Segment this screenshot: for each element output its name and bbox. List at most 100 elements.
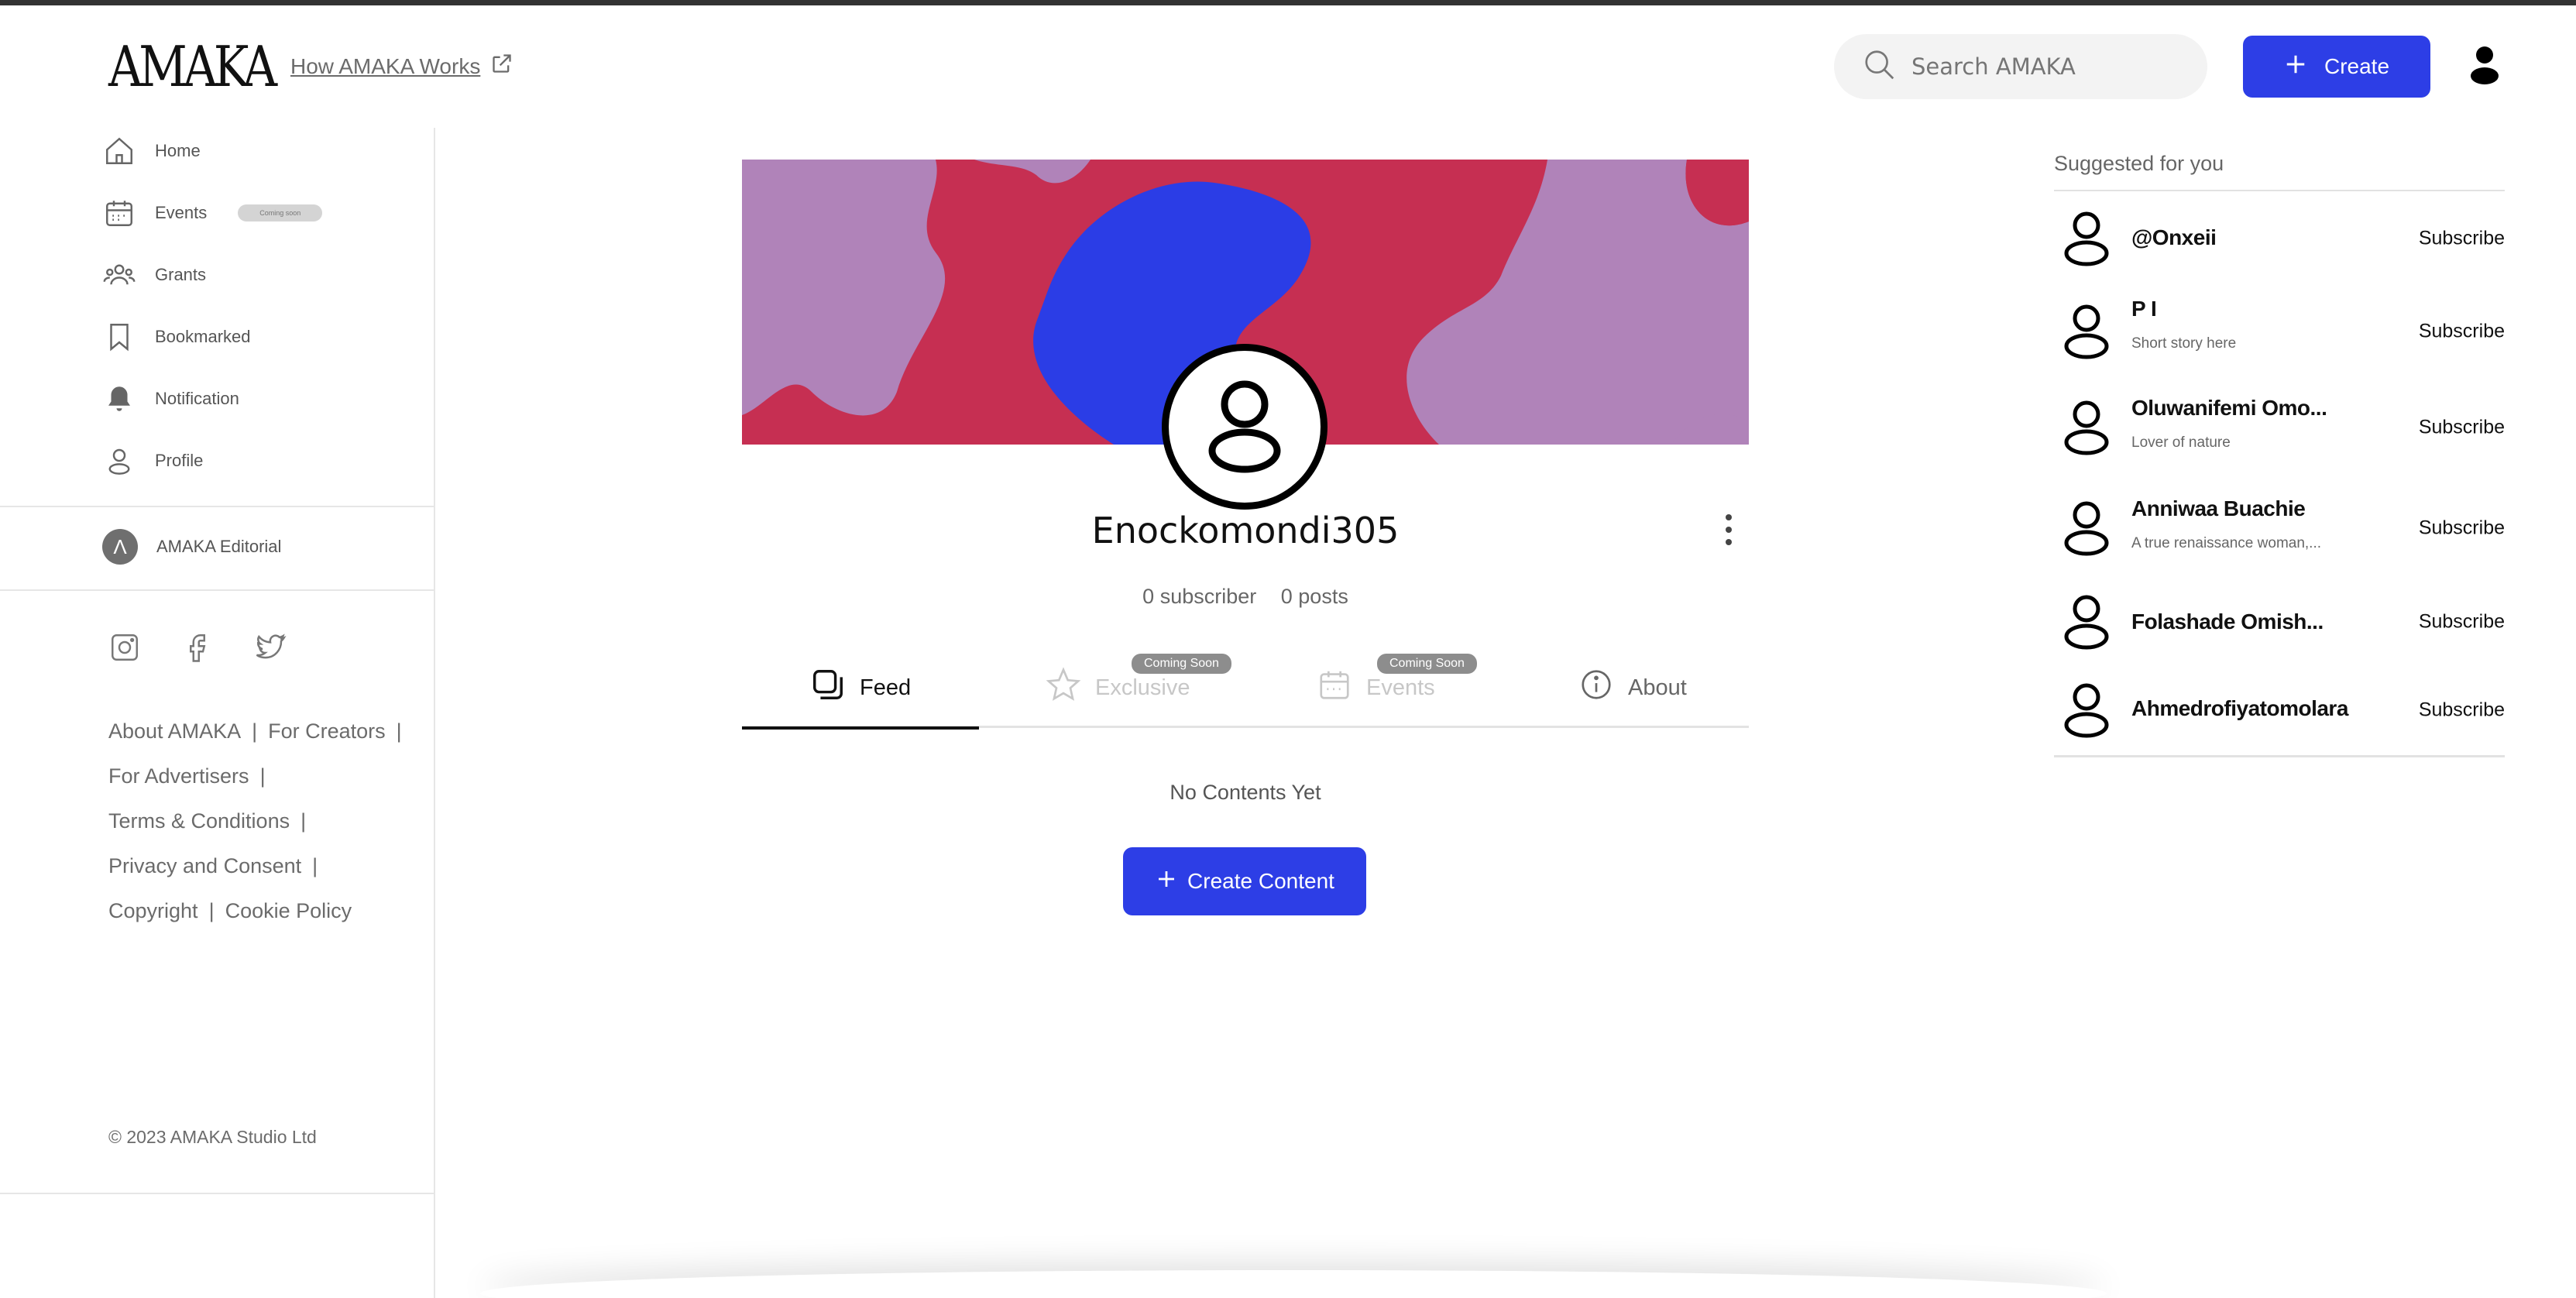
profile-stats: 0 subscriber 0 posts [742, 585, 1749, 609]
sidebar-item-label: Bookmarked [155, 327, 251, 346]
footer-link-about[interactable]: About AMAKA [108, 719, 241, 743]
tab-label: Exclusive [1095, 675, 1190, 700]
bookmark-icon [102, 320, 136, 354]
bottom-shadow [480, 1270, 2107, 1298]
tab-label: Feed [860, 675, 912, 700]
facebook-icon[interactable] [181, 631, 214, 664]
tab-about[interactable]: About [1578, 664, 1687, 711]
list-item[interactable]: Oluwanifemi Omo... Lover of nature Subsc… [2054, 377, 2505, 478]
suggested-panel: Suggested for you @Onxeii Subscribe P I … [2054, 152, 2505, 757]
user-icon [2062, 682, 2111, 739]
footer-link-privacy[interactable]: Privacy and Consent [108, 854, 301, 877]
profile-avatar[interactable] [1162, 344, 1327, 510]
instagram-icon[interactable] [108, 631, 141, 664]
coming-soon-badge: Coming Soon [1377, 654, 1477, 674]
suggestion-bio: Short story here [2131, 335, 2237, 352]
dot [1726, 539, 1732, 545]
search-bar[interactable] [1834, 34, 2207, 99]
suggestion-name[interactable]: @Onxeii [2131, 225, 2217, 250]
subscribe-button[interactable]: Subscribe [2419, 321, 2505, 343]
sidebar-item-label: Profile [155, 451, 204, 470]
twitter-icon[interactable] [254, 631, 287, 664]
create-content-button[interactable]: Create Content [1123, 847, 1366, 915]
list-item[interactable]: Folashade Omish... Subscribe [2054, 579, 2505, 665]
suggestion-name[interactable]: Folashade Omish... [2131, 610, 2324, 634]
sidebar-divider [0, 589, 435, 591]
sidebar-item-notification[interactable]: Notification [102, 382, 239, 416]
external-link-icon [491, 53, 513, 80]
how-amaka-works-label[interactable]: How AMAKA Works [290, 54, 480, 79]
sidebar-item-label: Grants [155, 265, 207, 284]
subscribe-button[interactable]: Subscribe [2419, 611, 2505, 634]
how-amaka-works-link[interactable]: How AMAKA Works [290, 53, 513, 80]
suggestion-name[interactable]: Anniwaa Buachie [2131, 496, 2306, 521]
subscriber-count[interactable]: 0 subscriber [1142, 585, 1256, 608]
suggested-title: Suggested for you [2054, 152, 2505, 191]
sidebar-item-profile[interactable]: Profile [102, 444, 203, 478]
subscribe-button[interactable]: Subscribe [2419, 517, 2505, 540]
sidebar-divider [0, 1193, 435, 1194]
profile-tabs: Feed Exclusive Coming Soon Events Coming… [741, 649, 1749, 730]
list-item[interactable]: Ahmedrofiyatomolara Subscribe [2054, 665, 2505, 755]
suggestion-name[interactable]: Oluwanifemi Omo... [2131, 396, 2327, 421]
amaka-editorial-link[interactable]: Λ AMAKA Editorial [102, 529, 281, 565]
post-count: 0 posts [1280, 585, 1348, 608]
footer-link-terms[interactable]: Terms & Conditions [108, 809, 290, 833]
sidebar-item-label: Notification [155, 389, 239, 408]
amaka-logo[interactable]: AMAKA [108, 36, 277, 98]
dot [1726, 527, 1732, 533]
more-options-button[interactable] [1721, 514, 1736, 545]
user-icon [2062, 500, 2111, 557]
footer-link-creators[interactable]: For Creators [268, 719, 386, 743]
list-item[interactable]: @Onxeii Subscribe [2054, 191, 2505, 286]
footer-link-advertisers[interactable]: For Advertisers [108, 764, 249, 788]
account-menu-button[interactable] [2468, 45, 2502, 87]
sidebar-item-label: Home [155, 141, 201, 160]
create-content-label: Create Content [1187, 869, 1334, 893]
sidebar-item-bookmarked[interactable]: Bookmarked [102, 320, 251, 354]
footer-link-cookie-policy[interactable]: Cookie Policy [225, 899, 352, 922]
search-input[interactable] [1911, 53, 2190, 80]
coming-soon-badge: Coming Soon [1132, 654, 1231, 674]
search-icon [1862, 47, 1898, 87]
empty-state-text: No Contents Yet [1170, 781, 1321, 804]
sidebar-item-home[interactable]: Home [102, 134, 201, 168]
home-icon [102, 134, 136, 168]
create-button[interactable]: Create [2243, 36, 2430, 98]
editorial-logo: Λ [102, 529, 138, 565]
suggestion-name[interactable]: Ahmedrofiyatomolara [2131, 696, 2348, 721]
sidebar-item-grants[interactable]: Grants [102, 258, 206, 292]
footer-link-copyright[interactable]: Copyright [108, 899, 198, 922]
subscribe-button[interactable]: Subscribe [2419, 699, 2505, 722]
social-links [108, 631, 287, 664]
list-item[interactable]: Anniwaa Buachie A true renaissance woman… [2054, 478, 2505, 579]
suggestion-name[interactable]: P I [2131, 297, 2157, 321]
calendar-icon [102, 196, 136, 230]
info-icon [1578, 667, 1614, 709]
bell-icon [102, 382, 136, 416]
user-icon [102, 444, 136, 478]
sidebar-item-events[interactable]: Events Coming soon [102, 196, 323, 230]
coming-soon-badge: Coming soon [238, 204, 323, 221]
editorial-label: AMAKA Editorial [156, 537, 282, 556]
sidebar-item-label: Events [155, 203, 208, 222]
user-icon [2062, 210, 2111, 267]
tab-label: Events [1366, 675, 1435, 700]
plus-icon [2284, 53, 2307, 81]
suggestion-bio: A true renaissance woman,... [2131, 535, 2322, 551]
sidebar: Home Events Coming soon Grants Bookmarke… [0, 128, 435, 1298]
users-icon [102, 258, 136, 292]
subscribe-button[interactable]: Subscribe [2419, 417, 2505, 439]
tab-feed[interactable]: Feed [741, 664, 980, 730]
sidebar-divider [0, 506, 435, 507]
user-icon [1198, 375, 1291, 479]
user-icon [2062, 593, 2111, 651]
window-top-edge [0, 0, 2576, 5]
create-button-label: Create [2324, 54, 2390, 78]
subscribe-button[interactable]: Subscribe [2419, 228, 2505, 250]
user-icon [2062, 399, 2111, 456]
dot [1726, 514, 1732, 520]
user-icon [2468, 46, 2502, 90]
plus-icon [1155, 867, 1178, 896]
list-item[interactable]: P I Short story here Subscribe [2054, 286, 2505, 377]
